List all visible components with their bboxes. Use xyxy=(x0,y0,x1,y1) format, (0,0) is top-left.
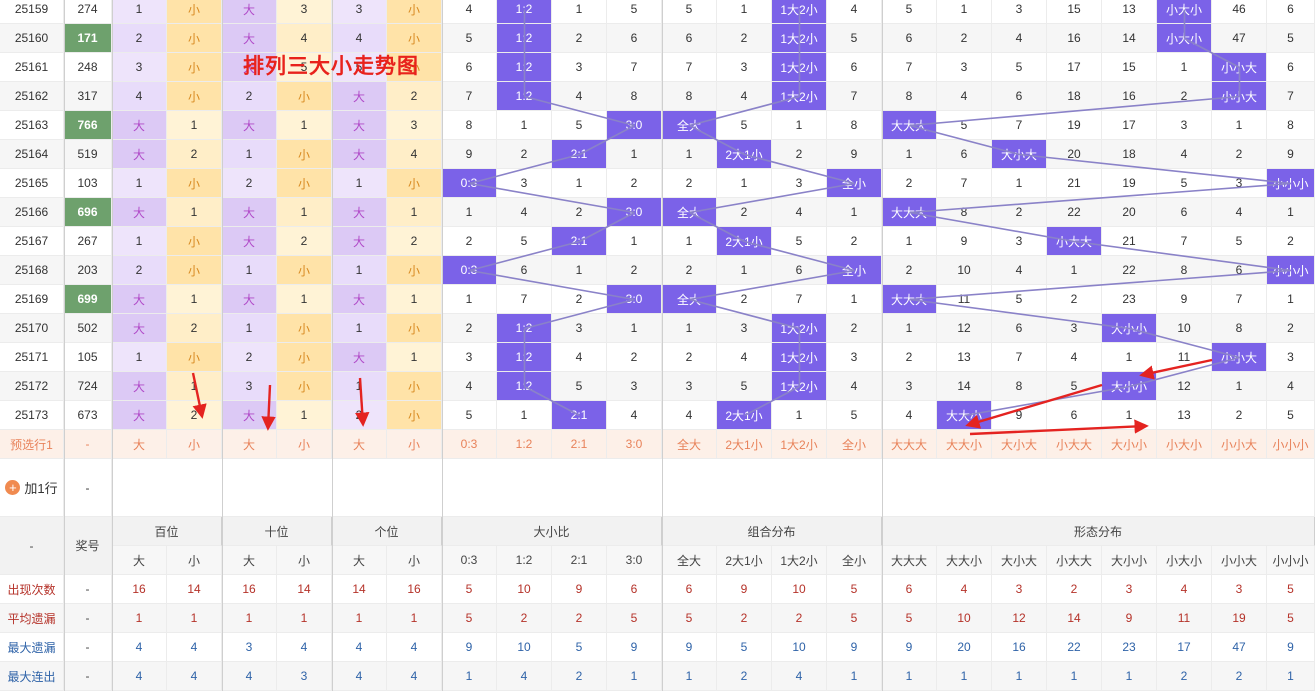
annotation-arrow xyxy=(1139,358,1213,380)
annotation-arrow xyxy=(355,377,370,427)
annotation-arrow xyxy=(191,372,207,419)
annotation-arrow xyxy=(969,419,1149,436)
annotation-arrows xyxy=(191,358,1213,436)
annotation-arrow xyxy=(261,384,276,431)
trend-chart: 251592741小大33小41:215511大2小45131513小大小466… xyxy=(0,0,1315,691)
annotation-arrow xyxy=(965,383,1103,429)
